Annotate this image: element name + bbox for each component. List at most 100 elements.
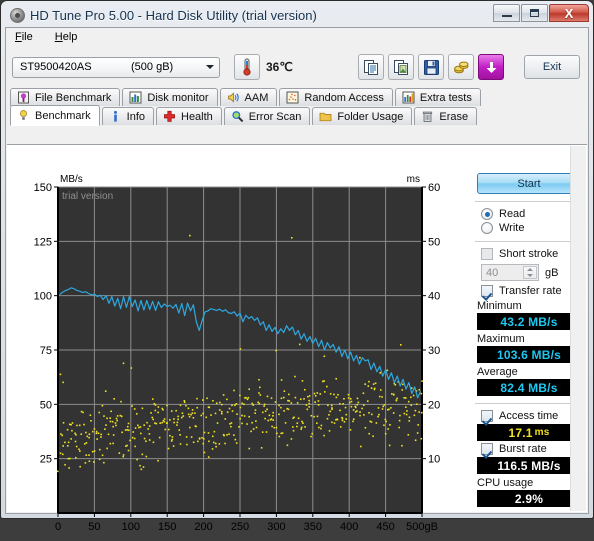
tab-aam[interactable]: AAM bbox=[219, 88, 278, 106]
svg-text:ms: ms bbox=[407, 174, 420, 185]
tab-label: AAM bbox=[244, 91, 269, 104]
chevron-down-icon[interactable] bbox=[201, 59, 218, 76]
tab-erase[interactable]: Erase bbox=[414, 107, 478, 125]
svg-text:MB/s: MB/s bbox=[60, 174, 83, 185]
checkbox-access-time[interactable]: Access time bbox=[481, 410, 583, 422]
exit-button[interactable]: Exit bbox=[524, 55, 580, 79]
health-cross-icon bbox=[164, 110, 175, 122]
tab-file-benchmark[interactable]: File Benchmark bbox=[10, 88, 121, 106]
checkbox-short-stroke[interactable]: Short stroke bbox=[481, 248, 583, 260]
short-stroke-value: 40 bbox=[486, 266, 499, 279]
tab-disk-monitor[interactable]: Disk monitor bbox=[122, 88, 218, 106]
stepper-down-icon[interactable] bbox=[527, 273, 533, 277]
svg-text:125: 125 bbox=[34, 236, 52, 248]
stepper-up-icon[interactable] bbox=[527, 268, 533, 272]
extra-tests-icon bbox=[402, 91, 415, 104]
minimize-button[interactable] bbox=[493, 4, 520, 22]
tab-label: Erase bbox=[439, 110, 469, 123]
menu-file[interactable]: File bbox=[12, 30, 36, 48]
drive-model-label: ST9500420AS bbox=[20, 61, 92, 73]
benchmark-chart-svg: MB/s mstrial version150125100755025605040… bbox=[34, 174, 441, 533]
svg-text:50: 50 bbox=[428, 236, 440, 248]
access-time-value: 17.1 ms bbox=[477, 424, 581, 441]
svg-text:100: 100 bbox=[34, 291, 52, 303]
menu-help[interactable]: Help bbox=[52, 30, 81, 48]
minimum-label: Minimum bbox=[477, 300, 522, 312]
burst-rate-label: Burst rate bbox=[499, 443, 547, 455]
short-stroke-label: Short stroke bbox=[499, 248, 559, 260]
radio-read-label: Read bbox=[499, 208, 526, 220]
radio-read-indicator[interactable] bbox=[481, 208, 493, 220]
tab-benchmark[interactable]: Benchmark bbox=[10, 105, 100, 126]
radio-write[interactable]: Write bbox=[481, 222, 583, 234]
svg-text:100: 100 bbox=[122, 521, 140, 533]
access-time-number: 17.1 bbox=[508, 425, 533, 440]
svg-text:450: 450 bbox=[376, 521, 394, 533]
benchmark-sidebar: Start Read Write Short stroke 40 gB Tran… bbox=[475, 173, 583, 507]
divider bbox=[475, 403, 583, 404]
short-stroke-checkbox[interactable] bbox=[481, 248, 493, 260]
bar-chart-icon bbox=[129, 91, 142, 104]
access-time-unit: ms bbox=[534, 427, 550, 438]
benchmark-chart: MB/s ms trial version 150 125 100 75 50 25 60 50 40… bbox=[24, 169, 456, 541]
drive-select[interactable]: ST9500420AS (500 gB) bbox=[12, 56, 220, 78]
copy-image-button[interactable] bbox=[388, 54, 414, 80]
svg-text:350: 350 bbox=[304, 521, 322, 533]
copy-button[interactable] bbox=[358, 54, 384, 80]
tab-random-access[interactable]: Random Access bbox=[279, 88, 393, 106]
panel-scrollbar[interactable] bbox=[570, 146, 586, 511]
tab-label: Disk monitor bbox=[147, 91, 209, 104]
access-time-checkbox[interactable] bbox=[481, 410, 493, 422]
svg-text:50: 50 bbox=[88, 521, 100, 533]
tab-row-top: File Benchmark Disk monitor AAM Random A… bbox=[10, 86, 584, 106]
maximize-button[interactable] bbox=[521, 4, 548, 22]
menu-help-rest: elp bbox=[62, 31, 78, 43]
start-button[interactable]: Start bbox=[477, 173, 581, 194]
svg-text:400: 400 bbox=[340, 521, 358, 533]
tab-extra-tests[interactable]: Extra tests bbox=[394, 88, 481, 106]
short-stroke-stepper[interactable]: 40 bbox=[481, 264, 539, 281]
svg-text:10: 10 bbox=[428, 454, 440, 466]
download-button[interactable] bbox=[478, 54, 504, 80]
svg-text:25: 25 bbox=[40, 454, 52, 466]
benchmark-panel: MB/s ms trial version 150 125 100 75 50 25 60 50 40… bbox=[7, 144, 587, 533]
svg-text:75: 75 bbox=[40, 345, 52, 357]
tab-label: Random Access bbox=[304, 91, 384, 104]
folder-icon bbox=[320, 112, 332, 122]
tab-folder-usage[interactable]: Folder Usage bbox=[312, 107, 413, 125]
random-access-icon bbox=[286, 91, 299, 104]
maximum-value: 103.6 MB/s bbox=[477, 346, 581, 363]
save-button[interactable] bbox=[418, 54, 444, 80]
minimize-icon bbox=[501, 15, 512, 17]
tab-info[interactable]: Info bbox=[101, 107, 154, 125]
radio-write-label: Write bbox=[499, 222, 525, 234]
tab-error-scan[interactable]: Error Scan bbox=[223, 107, 311, 125]
svg-text:250: 250 bbox=[231, 521, 249, 533]
tab-bars: File Benchmark Disk monitor AAM Random A… bbox=[6, 84, 588, 126]
checkbox-burst-rate[interactable]: Burst rate bbox=[481, 443, 583, 455]
tab-label: Benchmark bbox=[35, 109, 91, 122]
options-button[interactable] bbox=[448, 54, 474, 80]
stepper-buttons[interactable] bbox=[523, 266, 537, 279]
file-benchmark-icon bbox=[18, 91, 29, 104]
menu-bar: File Help bbox=[6, 28, 588, 48]
tab-label: Health bbox=[181, 110, 213, 123]
trash-icon bbox=[423, 111, 433, 122]
svg-text:trial version: trial version bbox=[62, 191, 113, 202]
svg-text:30: 30 bbox=[428, 345, 440, 357]
burst-rate-checkbox[interactable] bbox=[481, 443, 493, 455]
svg-text:150: 150 bbox=[34, 182, 52, 194]
hdd-icon bbox=[10, 8, 25, 23]
info-icon bbox=[113, 110, 117, 122]
speaker-icon bbox=[227, 92, 239, 103]
average-value: 82.4 MB/s bbox=[477, 379, 581, 396]
window-title: HD Tune Pro 5.00 - Hard Disk Utility (tr… bbox=[30, 8, 317, 23]
radio-read[interactable]: Read bbox=[481, 208, 583, 220]
tab-label: Error Scan bbox=[248, 110, 302, 123]
close-button[interactable]: X bbox=[549, 4, 589, 22]
access-time-label: Access time bbox=[499, 410, 559, 422]
radio-write-indicator[interactable] bbox=[481, 222, 493, 234]
checkbox-transfer-rate[interactable]: Transfer rate bbox=[481, 285, 583, 297]
transfer-rate-checkbox[interactable] bbox=[481, 285, 493, 297]
tab-health[interactable]: Health bbox=[156, 107, 222, 125]
